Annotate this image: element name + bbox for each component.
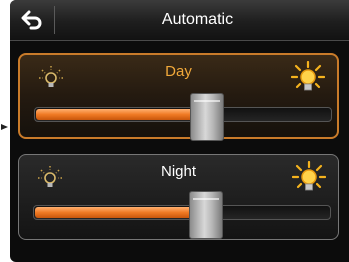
day-slider-track[interactable] bbox=[34, 107, 332, 122]
night-slider-thumb[interactable] bbox=[189, 191, 223, 239]
top-bar: Automatic bbox=[10, 0, 349, 41]
night-slider-track[interactable] bbox=[33, 205, 331, 220]
day-brightness-panel[interactable]: Day bbox=[18, 53, 339, 141]
night-slider-fill bbox=[35, 207, 207, 218]
pointer-arrow-icon bbox=[1, 124, 8, 130]
dim-bulb-icon bbox=[38, 166, 62, 187]
divider bbox=[54, 6, 55, 34]
bright-bulb-icon bbox=[291, 61, 325, 91]
back-button[interactable] bbox=[10, 0, 54, 40]
day-slider-thumb[interactable] bbox=[190, 93, 224, 141]
page-title: Automatic bbox=[161, 11, 234, 28]
bright-bulb-icon bbox=[292, 161, 326, 191]
day-slider-fill bbox=[36, 109, 208, 120]
day-label: Day bbox=[165, 63, 192, 80]
night-brightness-panel[interactable]: Night bbox=[18, 154, 339, 240]
back-arrow-icon bbox=[21, 10, 42, 30]
dim-bulb-icon bbox=[39, 66, 63, 87]
brightness-screen: Automatic Day Night bbox=[10, 0, 349, 262]
night-label: Night bbox=[160, 163, 197, 180]
